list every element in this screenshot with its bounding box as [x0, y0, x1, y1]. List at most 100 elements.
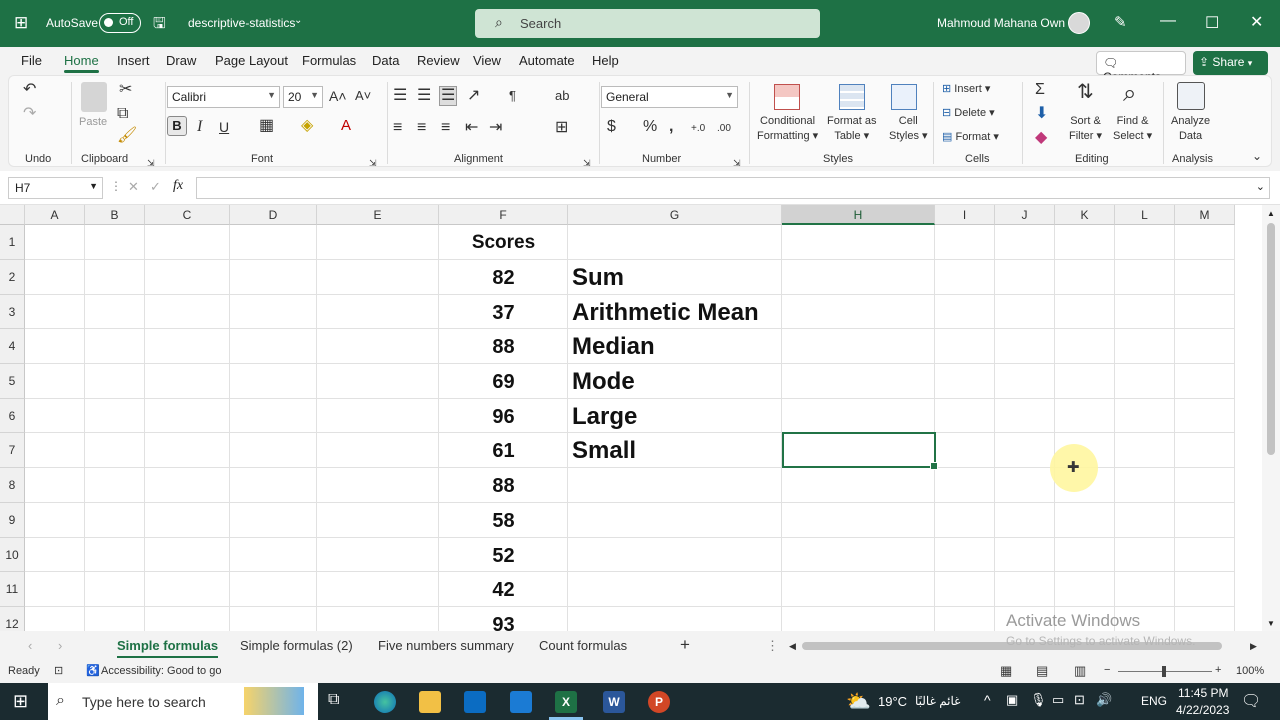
sort-filter-icon[interactable]: ⇅	[1077, 82, 1094, 102]
cell-d8[interactable]	[230, 468, 317, 503]
format-cells-button[interactable]: ▤ Format ▾	[942, 130, 999, 143]
column-header-c[interactable]: C	[145, 205, 230, 225]
cell-d9[interactable]	[230, 503, 317, 538]
row-header-12[interactable]: 12	[0, 607, 25, 631]
cell-k1[interactable]	[1055, 225, 1115, 260]
cell-b6[interactable]	[85, 399, 145, 433]
meet-icon[interactable]: ▣	[1006, 692, 1018, 708]
increase-decimal-icon[interactable]: +.0	[691, 121, 705, 137]
comments-button[interactable]: 🗨 Comments	[1096, 51, 1186, 84]
font-color-icon[interactable]: A	[341, 118, 351, 134]
bold-button[interactable]: B	[167, 116, 187, 136]
redo-icon[interactable]: ↷	[23, 106, 36, 122]
cell-i8[interactable]	[935, 468, 995, 503]
cell-e4[interactable]	[317, 329, 439, 364]
tab-five-numbers-summary[interactable]: Five numbers summary	[378, 638, 514, 653]
tab-scroll-right-icon[interactable]: ›	[58, 638, 62, 653]
scroll-down-icon[interactable]: ▼	[1267, 619, 1275, 628]
menu-draw[interactable]: Draw	[166, 53, 196, 68]
cell-m9[interactable]	[1175, 503, 1235, 538]
row-header-1[interactable]: 1	[0, 225, 25, 260]
cell-h3[interactable]	[782, 295, 935, 329]
row-header-10[interactable]: 10	[0, 538, 25, 572]
clock-time[interactable]: 11:45 PM	[1178, 686, 1228, 700]
file-name[interactable]: descriptive-statistics	[188, 16, 295, 30]
page-break-view-icon[interactable]: ▥	[1074, 663, 1086, 679]
cancel-icon[interactable]: ✕	[128, 179, 139, 195]
cell-c8[interactable]	[145, 468, 230, 503]
weather-temp[interactable]: 19°C	[878, 694, 907, 709]
cell-d6[interactable]	[230, 399, 317, 433]
column-header-m[interactable]: M	[1175, 205, 1235, 225]
pen-icon[interactable]: ✎	[1114, 13, 1127, 31]
wrap-text-icon[interactable]: ab	[555, 88, 569, 104]
row-header-2[interactable]: 2	[0, 260, 25, 295]
tab-simple-formulas[interactable]: Simple formulas	[117, 638, 219, 658]
font-size-select[interactable]: 20 ▼	[283, 86, 323, 108]
cell-e8[interactable]	[317, 468, 439, 503]
cell-j7[interactable]	[995, 433, 1055, 468]
cell-k6[interactable]	[1055, 399, 1115, 433]
cell-l6[interactable]	[1115, 399, 1175, 433]
cell-h1[interactable]	[782, 225, 935, 260]
cell-m3[interactable]	[1175, 295, 1235, 329]
align-left-icon[interactable]: ≡	[393, 120, 402, 136]
cell-j3[interactable]	[995, 295, 1055, 329]
avatar[interactable]	[1068, 12, 1090, 34]
cell-i11[interactable]	[935, 572, 995, 607]
italic-button[interactable]: I	[197, 119, 202, 135]
cell-g9[interactable]	[568, 503, 782, 538]
language-indicator[interactable]: ENG	[1141, 694, 1167, 708]
cell-l9[interactable]	[1115, 503, 1175, 538]
cell-b11[interactable]	[85, 572, 145, 607]
row-header-8[interactable]: 8	[0, 468, 25, 503]
hscroll-left-icon[interactable]: ◀	[789, 641, 796, 652]
cell-b8[interactable]	[85, 468, 145, 503]
cell-d11[interactable]	[230, 572, 317, 607]
cell-j6[interactable]	[995, 399, 1055, 433]
cell-h11[interactable]	[782, 572, 935, 607]
cell-b2[interactable]	[85, 260, 145, 295]
cell-j11[interactable]	[995, 572, 1055, 607]
menu-automate[interactable]: Automate	[519, 53, 575, 68]
tray-chevron-icon[interactable]: ^	[984, 692, 991, 708]
conditional-formatting-icon[interactable]	[774, 84, 800, 110]
cell-a6[interactable]	[25, 399, 85, 433]
align-middle-icon[interactable]: ☰	[417, 88, 431, 104]
volume-icon[interactable]: 🔊	[1096, 692, 1112, 708]
cell-j2[interactable]	[995, 260, 1055, 295]
close-icon[interactable]: ✕	[1250, 12, 1263, 32]
cell-l4[interactable]	[1115, 329, 1175, 364]
column-header-j[interactable]: J	[995, 205, 1055, 225]
column-header-f[interactable]: F	[439, 205, 568, 225]
cell-h6[interactable]	[782, 399, 935, 433]
cell-i1[interactable]	[935, 225, 995, 260]
save-icon[interactable]: 🖫	[153, 13, 166, 38]
cell-d10[interactable]	[230, 538, 317, 572]
row-header-11[interactable]: 11	[0, 572, 25, 607]
cell-m6[interactable]	[1175, 399, 1235, 433]
find-select-button[interactable]: Find & Select ▾	[1113, 114, 1152, 144]
macro-record-icon[interactable]: ⊡	[54, 664, 63, 677]
decrease-font-icon[interactable]: A˅	[355, 88, 371, 104]
cell-c5[interactable]	[145, 364, 230, 399]
cell-e11[interactable]	[317, 572, 439, 607]
cell-styles-icon[interactable]	[891, 84, 917, 110]
cell-a9[interactable]	[25, 503, 85, 538]
word-icon[interactable]: W	[603, 691, 625, 713]
column-header-i[interactable]: I	[935, 205, 995, 225]
excel-taskbar-icon[interactable]: X	[555, 691, 577, 713]
name-box[interactable]: H7 ▼	[8, 177, 103, 199]
mail-icon[interactable]	[510, 691, 532, 713]
cell-a2[interactable]	[25, 260, 85, 295]
cell-b9[interactable]	[85, 503, 145, 538]
clear-icon[interactable]: ◆	[1035, 130, 1047, 146]
column-header-a[interactable]: A	[25, 205, 85, 225]
dialog-launcher-icon[interactable]: ⇲	[369, 155, 377, 171]
analyze-data-button[interactable]: Analyze Data	[1171, 114, 1210, 144]
taskbar-search[interactable]: ⌕ Type here to search	[48, 683, 318, 720]
cell-d4[interactable]	[230, 329, 317, 364]
row-header-5[interactable]: 5	[0, 364, 25, 399]
cell-j8[interactable]	[995, 468, 1055, 503]
align-center-icon[interactable]: ≡	[417, 120, 426, 136]
